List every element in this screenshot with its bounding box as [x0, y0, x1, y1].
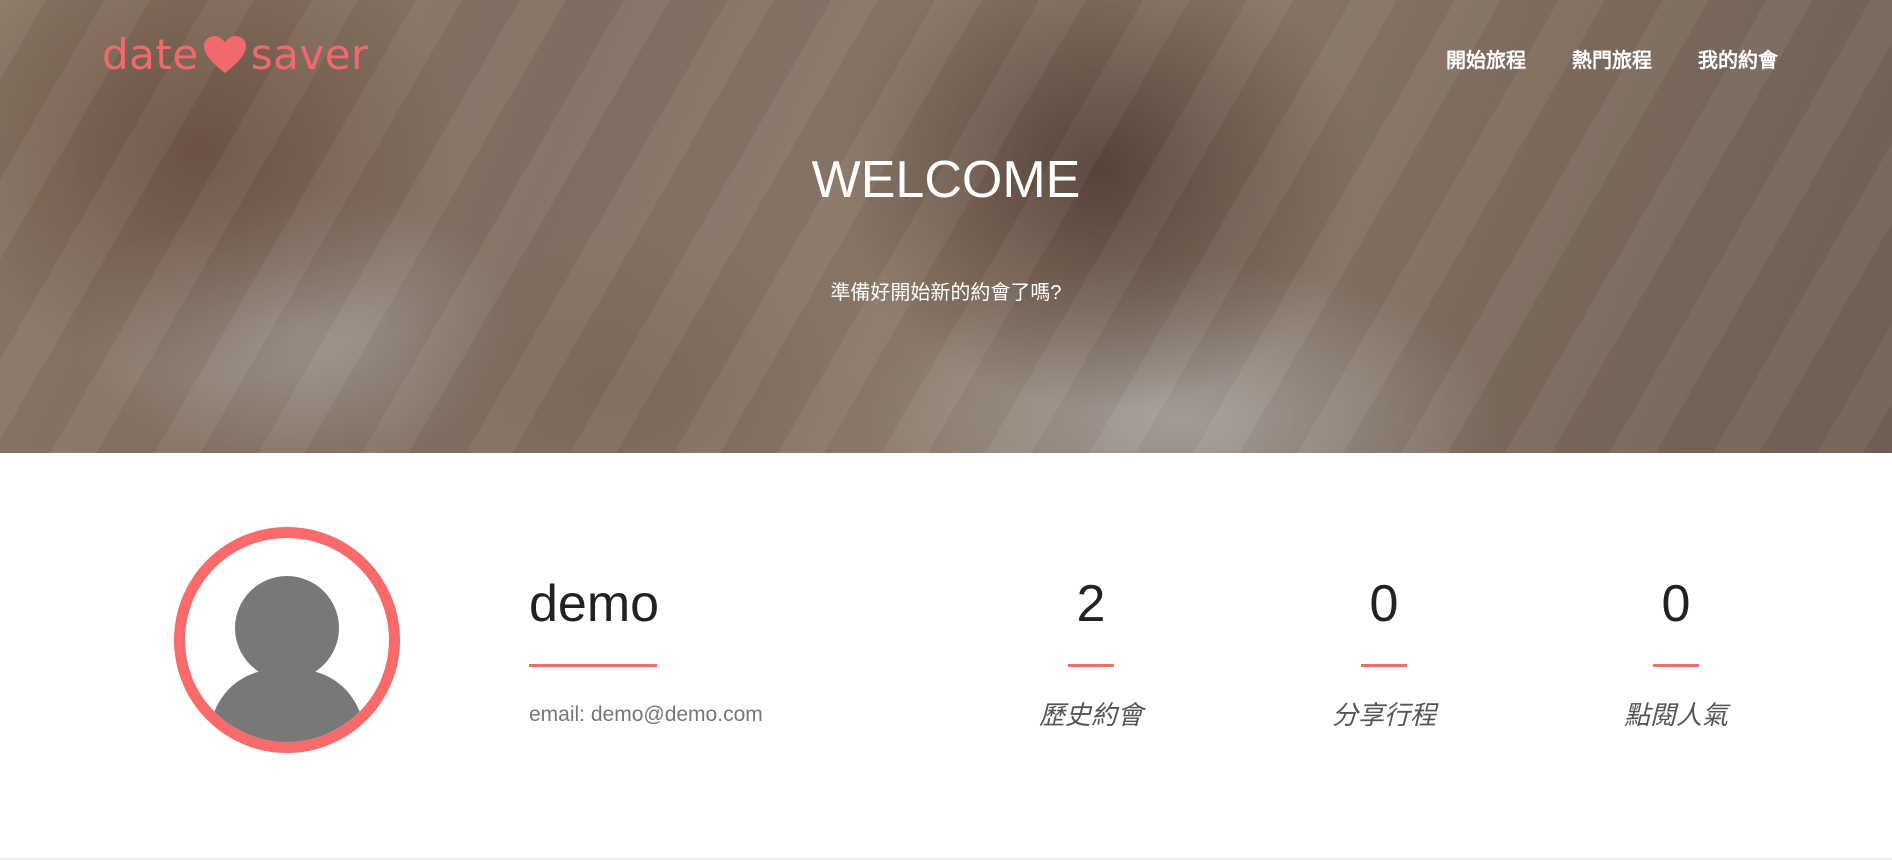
username-underline: [529, 664, 657, 667]
stat-shared-trips: 0 分享行程: [1284, 574, 1484, 732]
nav-popular-trips[interactable]: 熱門旅程: [1572, 44, 1652, 73]
profile-email: email: demo@demo.com: [529, 703, 763, 726]
stat-label: 分享行程: [1331, 700, 1436, 730]
stat-value: 0: [1369, 575, 1399, 633]
avatar: [174, 527, 400, 753]
hero-banner: date saver 開始旅程 熱門旅程 我的約會 WELCOME 準備好開始新…: [0, 0, 1892, 453]
stat-underline: [1361, 664, 1407, 667]
stat-popularity: 0 點閱人氣: [1576, 574, 1776, 732]
stat-label: 點閱人氣: [1623, 700, 1728, 730]
stat-value: 2: [1076, 575, 1106, 633]
brand-logo-text-saver: saver: [250, 30, 369, 79]
nav-my-dates[interactable]: 我的約會: [1698, 44, 1778, 73]
stat-label: 歷史約會: [1038, 700, 1143, 730]
profile-section: demo email: demo@demo.com 2 歷史約會 0 分享行程 …: [0, 453, 1892, 860]
stat-value: 0: [1661, 575, 1691, 633]
hero-subtitle: 準備好開始新的約會了嗎?: [830, 282, 1062, 304]
profile-username: demo: [529, 575, 660, 633]
stat-underline: [1068, 664, 1114, 667]
hero-title: WELCOME: [811, 151, 1081, 209]
heart-icon: [203, 35, 246, 73]
stat-history-dates: 2 歷史約會: [991, 574, 1191, 732]
brand-logo-text-date: date: [102, 30, 199, 79]
nav-start-trip[interactable]: 開始旅程: [1446, 44, 1526, 73]
user-silhouette-icon: [207, 576, 367, 742]
main-nav: 開始旅程 熱門旅程 我的約會: [1446, 44, 1778, 73]
stat-underline: [1653, 664, 1699, 667]
brand-logo[interactable]: date saver: [102, 30, 369, 79]
